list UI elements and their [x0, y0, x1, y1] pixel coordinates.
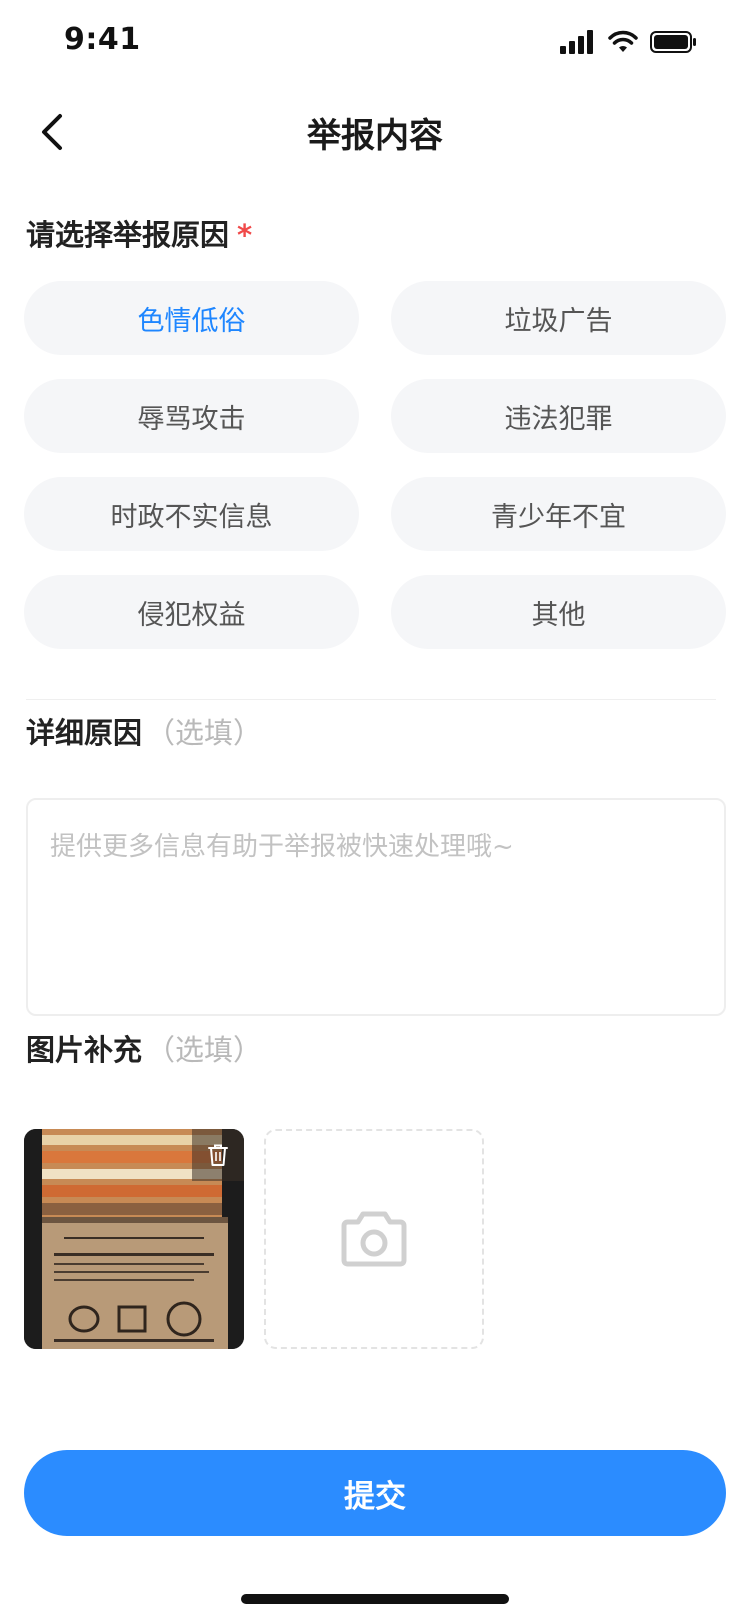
- image-section-title: 图片补充 （选填）: [26, 1027, 262, 1069]
- reason-option-politics-misinfo[interactable]: 时政不实信息: [24, 477, 359, 551]
- reason-option-vulgar[interactable]: 色情低俗: [24, 281, 359, 355]
- submit-button[interactable]: 提交: [24, 1450, 726, 1536]
- image-section-label: 图片补充: [26, 1033, 143, 1067]
- reason-section-label: 请选择举报原因: [26, 218, 230, 252]
- delete-image-button[interactable]: [192, 1129, 244, 1181]
- detail-input-box: [26, 798, 726, 1016]
- reason-section-title: 请选择举报原因 *: [26, 212, 252, 254]
- reason-options: 色情低俗 垃圾广告 辱骂攻击 违法犯罪 时政不实信息 青少年不宜 侵犯权益 其他: [24, 281, 726, 649]
- reason-option-abuse[interactable]: 辱骂攻击: [24, 379, 359, 453]
- add-image-button[interactable]: [264, 1129, 484, 1349]
- camera-icon: [341, 1211, 407, 1267]
- detail-section-title: 详细原因 （选填）: [26, 710, 262, 752]
- required-mark: *: [237, 218, 253, 252]
- reason-option-other[interactable]: 其他: [391, 575, 726, 649]
- home-indicator: [241, 1594, 509, 1604]
- detail-optional-hint: （选填）: [146, 716, 263, 750]
- image-list: [24, 1129, 484, 1349]
- reason-option-spam[interactable]: 垃圾广告: [391, 281, 726, 355]
- wifi-icon: [608, 30, 638, 52]
- page-title: 举报内容: [307, 116, 443, 156]
- trash-icon: [208, 1144, 228, 1166]
- status-time: 9:41: [64, 22, 141, 57]
- reason-option-infringement[interactable]: 侵犯权益: [24, 575, 359, 649]
- nav-bar: 举报内容: [0, 88, 750, 176]
- uploaded-image[interactable]: [24, 1129, 244, 1349]
- detail-input[interactable]: [28, 800, 724, 1014]
- status-bar: 9:41: [0, 0, 750, 88]
- status-icons: [560, 30, 698, 54]
- reason-option-minors[interactable]: 青少年不宜: [391, 477, 726, 551]
- detail-section-label: 详细原因: [26, 716, 143, 750]
- battery-icon: [650, 31, 696, 53]
- signal-icon: [560, 30, 593, 54]
- image-optional-hint: （选填）: [146, 1033, 263, 1067]
- divider: [26, 699, 716, 700]
- reason-option-illegal[interactable]: 违法犯罪: [391, 379, 726, 453]
